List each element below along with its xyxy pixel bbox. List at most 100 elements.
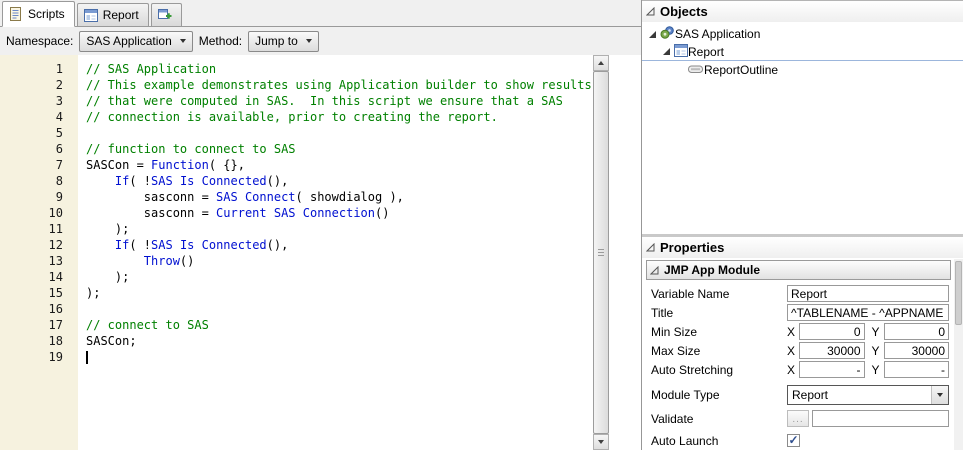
line-number: 19 — [0, 349, 63, 365]
prop-value: Report — [787, 285, 949, 302]
code-line: // connection is available, prior to cre… — [86, 109, 593, 125]
code-area[interactable]: // SAS Application// This example demons… — [78, 55, 593, 450]
x-label: X — [787, 344, 796, 358]
editor-gap — [609, 55, 641, 450]
line-number: 9 — [0, 189, 63, 205]
method-value: Jump to — [255, 34, 298, 48]
tree-item-label: Report — [688, 45, 724, 59]
line-number: 14 — [0, 269, 63, 285]
report-icon — [84, 9, 98, 22]
x-label: X — [787, 363, 796, 377]
chevron-down-icon — [180, 39, 186, 43]
validate-field[interactable] — [812, 410, 949, 427]
line-number: 2 — [0, 77, 63, 93]
tree-item-label: SAS Application — [675, 27, 760, 41]
arrow-up-icon — [598, 61, 604, 65]
line-number-gutter: 12345678910111213141516171819 — [0, 55, 78, 450]
scrollbar-thumb[interactable] — [593, 71, 609, 434]
prop-row-validate: Validate... — [651, 409, 963, 428]
scripts-icon — [9, 7, 23, 21]
auto-launch-checkbox[interactable]: ✓ — [787, 434, 800, 447]
prop-row-title: Title^TABLENAME - ^APPNAME — [651, 303, 963, 322]
method-label: Method: — [199, 34, 242, 48]
variable-name-field[interactable]: Report — [787, 285, 949, 302]
expander-icon[interactable] — [648, 30, 660, 39]
code-line: Throw() — [86, 253, 593, 269]
properties-scrollbar[interactable] — [954, 259, 963, 450]
chevron-down-icon — [306, 39, 312, 43]
validate-browse-button[interactable]: ... — [787, 410, 809, 427]
properties-panel: Properties JMP App Module Variable NameR… — [642, 237, 963, 450]
tree-item-reportoutline[interactable]: ReportOutline — [642, 61, 963, 79]
method-dropdown[interactable]: Jump to — [248, 31, 319, 52]
tab-report[interactable]: Report — [77, 3, 149, 26]
report-icon — [674, 44, 688, 60]
code-line: SASCon; — [86, 333, 593, 349]
side-pane: Objects SAS Application Report ReportOutli… — [642, 0, 963, 450]
tree-item-label: ReportOutline — [704, 63, 778, 77]
objects-header: Objects — [642, 1, 963, 22]
scroll-down-button[interactable] — [593, 434, 609, 450]
prop-row-min-size: Min SizeX0Y0 — [651, 322, 963, 341]
min-size-x-field[interactable]: 0 — [799, 323, 865, 340]
max-size-y-field[interactable]: 30000 — [884, 342, 950, 359]
max-size-x-field[interactable]: 30000 — [799, 342, 865, 359]
prop-label: Min Size — [651, 325, 787, 339]
prop-label: Validate — [651, 412, 787, 426]
tree-item-sas-application[interactable]: SAS Application — [642, 25, 963, 43]
min-size-y-field[interactable]: 0 — [884, 323, 950, 340]
prop-row-auto-launch: Auto Launch✓ — [651, 431, 963, 450]
properties-header: Properties — [642, 237, 963, 258]
newscript-icon — [158, 9, 172, 22]
prop-value: ^TABLENAME - ^APPNAME — [787, 304, 949, 321]
prop-row-module-type: Module TypeReport — [651, 384, 963, 405]
line-number: 12 — [0, 237, 63, 253]
tab-scripts[interactable]: Scripts — [2, 1, 75, 27]
code-line: SASCon = Function( {}, — [86, 157, 593, 173]
namespace-value: SAS Application — [86, 34, 171, 48]
line-number: 4 — [0, 109, 63, 125]
tab-new-script[interactable] — [151, 3, 182, 26]
checkmark-icon: ✓ — [788, 434, 798, 446]
code-line: // This example demonstrates using Appli… — [86, 77, 593, 93]
code-line: sasconn = SAS Connect( showdialog ), — [86, 189, 593, 205]
objects-tree: SAS Application Report ReportOutline — [642, 22, 963, 234]
code-line: // connect to SAS — [86, 317, 593, 333]
prop-value: ... — [787, 410, 949, 427]
outline-icon — [688, 63, 704, 77]
code-line — [86, 349, 593, 365]
app-icon — [660, 26, 675, 42]
disclosure-triangle-icon[interactable] — [646, 7, 655, 16]
scroll-up-button[interactable] — [593, 55, 609, 71]
scrollbar-thumb[interactable] — [955, 261, 962, 325]
prop-value: X-Y- — [787, 361, 949, 378]
code-line: // that were computed in SAS. In this sc… — [86, 93, 593, 109]
title-field[interactable]: ^TABLENAME - ^APPNAME — [787, 304, 949, 321]
line-number: 7 — [0, 157, 63, 173]
line-number: 1 — [0, 61, 63, 77]
objects-panel: Objects SAS Application Report ReportOutli… — [642, 1, 963, 237]
module-type-dropdown[interactable]: Report — [787, 385, 949, 405]
property-rows: Variable NameReportTitle^TABLENAME - ^AP… — [642, 284, 963, 450]
dropdown-value: Report — [788, 386, 931, 404]
namespace-dropdown[interactable]: SAS Application — [79, 31, 192, 52]
line-number: 6 — [0, 141, 63, 157]
expander-icon[interactable] — [662, 47, 674, 56]
x-label: X — [787, 325, 796, 339]
tree-item-report[interactable]: Report — [642, 43, 963, 61]
editor-scrollbar[interactable] — [593, 55, 609, 450]
tab-bar: ScriptsReport — [0, 0, 641, 27]
prop-label: Title — [651, 306, 787, 320]
prop-value: X30000Y30000 — [787, 342, 949, 359]
auto-stretching-x-field[interactable]: - — [799, 361, 865, 378]
prop-label: Variable Name — [651, 287, 787, 301]
disclosure-triangle-icon[interactable] — [650, 266, 659, 275]
y-label: Y — [872, 325, 881, 339]
chevron-down-icon — [931, 386, 948, 404]
arrow-down-icon — [598, 440, 604, 444]
y-label: Y — [872, 363, 881, 377]
disclosure-triangle-icon[interactable] — [646, 243, 655, 252]
auto-stretching-y-field[interactable]: - — [884, 361, 950, 378]
line-number: 8 — [0, 173, 63, 189]
app-builder-window: ScriptsReport Namespace: SAS Application… — [0, 0, 964, 450]
